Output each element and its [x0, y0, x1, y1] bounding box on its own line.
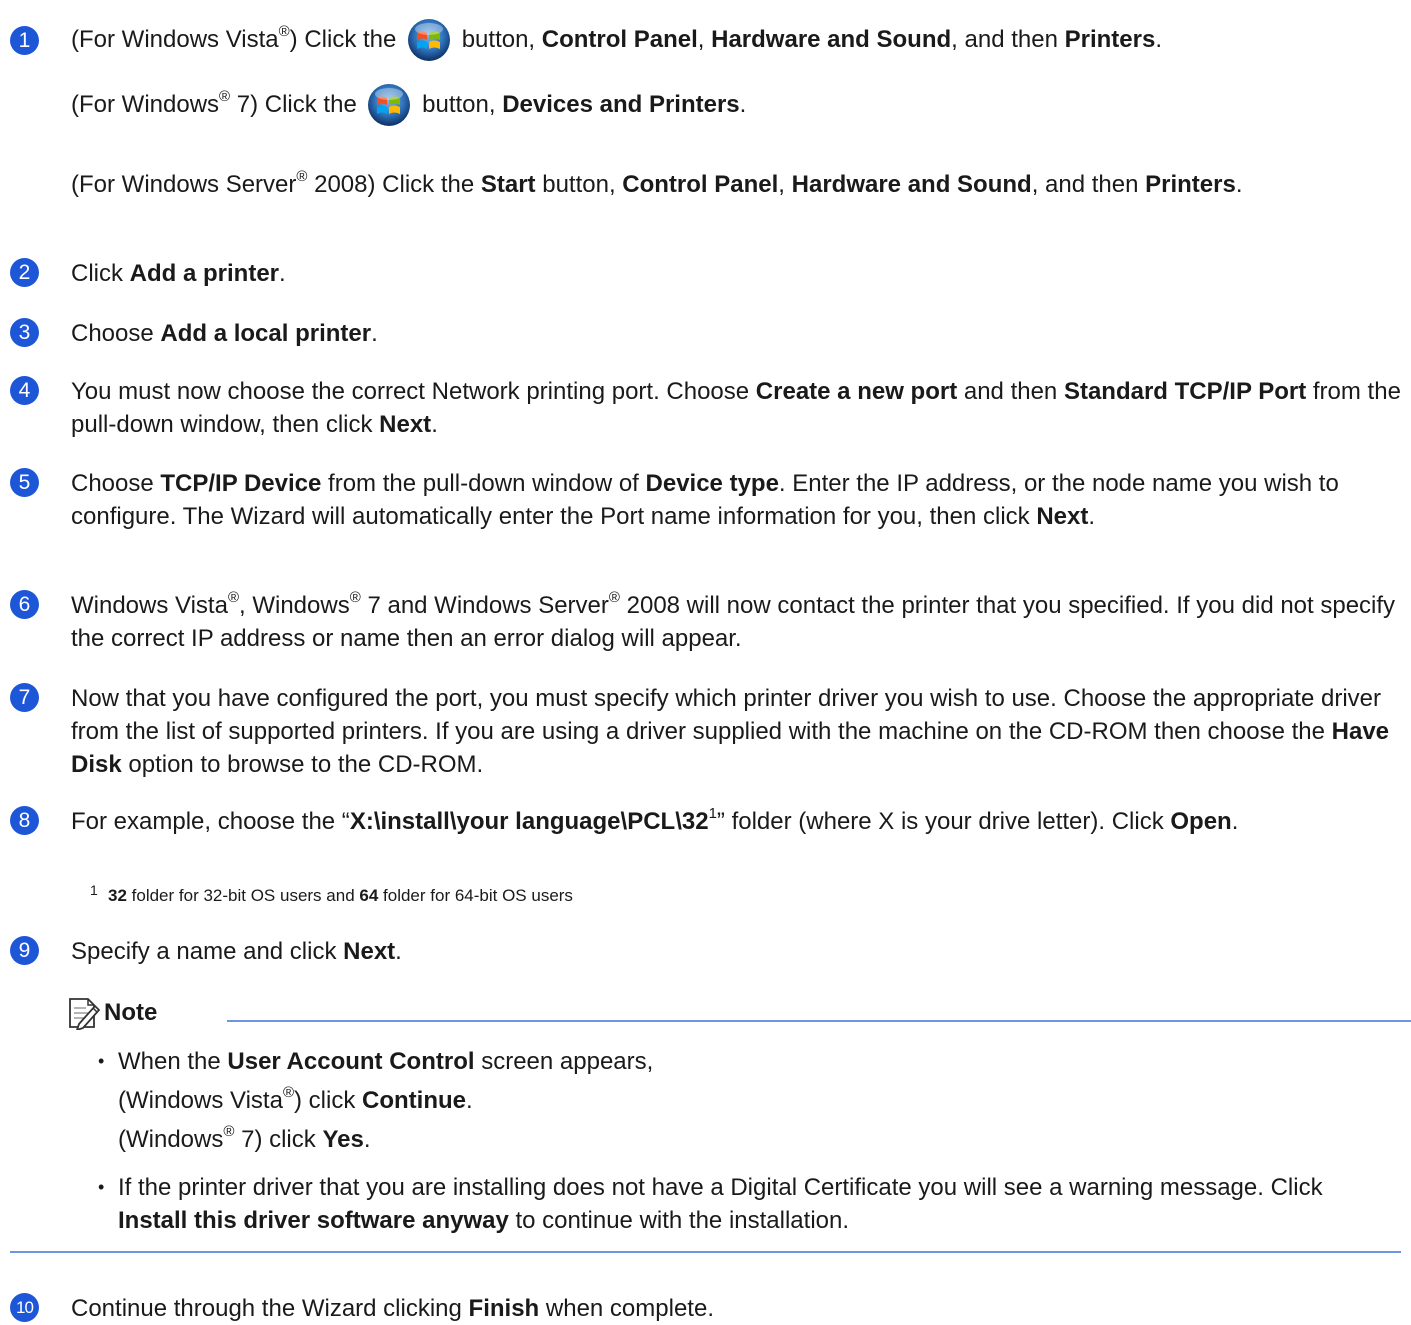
- step-number-7: 7: [10, 683, 39, 712]
- step-number-5: 5: [10, 468, 39, 497]
- note-title: Note: [104, 999, 158, 1026]
- step-number-1: 1: [10, 26, 39, 55]
- note-pencil-icon: [69, 998, 100, 1030]
- step-1-text: (For Windows Vista®) Click the button, C…: [71, 23, 1401, 201]
- step-5-text: Choose TCP/IP Device from the pull-down …: [71, 470, 1339, 530]
- step-8-text: For example, choose the “X:\install\your…: [71, 805, 1239, 835]
- step-3-text: Choose Add a local printer.: [71, 320, 378, 347]
- windows-start-orb-icon: [407, 18, 451, 62]
- step-4-text: You must now choose the correct Network …: [71, 378, 1401, 438]
- note-header: Note: [66, 994, 1411, 1034]
- note-bullets: • When the User Account Control screen a…: [98, 1045, 1398, 1237]
- step-number-10: 10: [10, 1293, 39, 1322]
- step-number-3: 3: [10, 318, 39, 347]
- step-9-text: Specify a name and click Next.: [71, 938, 402, 965]
- step-number-6: 6: [10, 590, 39, 619]
- note-bullet: • If the printer driver that you are ins…: [98, 1174, 1323, 1234]
- windows-start-orb-icon: [367, 83, 411, 127]
- note-bullet: • When the User Account Control screen a…: [98, 1048, 654, 1153]
- step-7-text: Now that you have configured the port, y…: [71, 685, 1390, 778]
- step-2-text: Click Add a printer.: [71, 260, 286, 287]
- step-number-4: 4: [10, 376, 39, 405]
- step-number-2: 2: [10, 258, 39, 287]
- step-6-text: Windows Vista®, Windows® 7 and Windows S…: [71, 589, 1396, 652]
- step-number-8: 8: [10, 806, 39, 835]
- step-10-text: Continue through the Wizard clicking Fin…: [71, 1295, 714, 1322]
- note-divider-top: [227, 1020, 1411, 1022]
- step-number-9: 9: [10, 936, 39, 965]
- footnote-ref: 1: [708, 805, 717, 822]
- footnote: 1 32 folder for 32-bit OS users and 64 fo…: [90, 882, 573, 905]
- note-divider-bottom: [10, 1251, 1401, 1253]
